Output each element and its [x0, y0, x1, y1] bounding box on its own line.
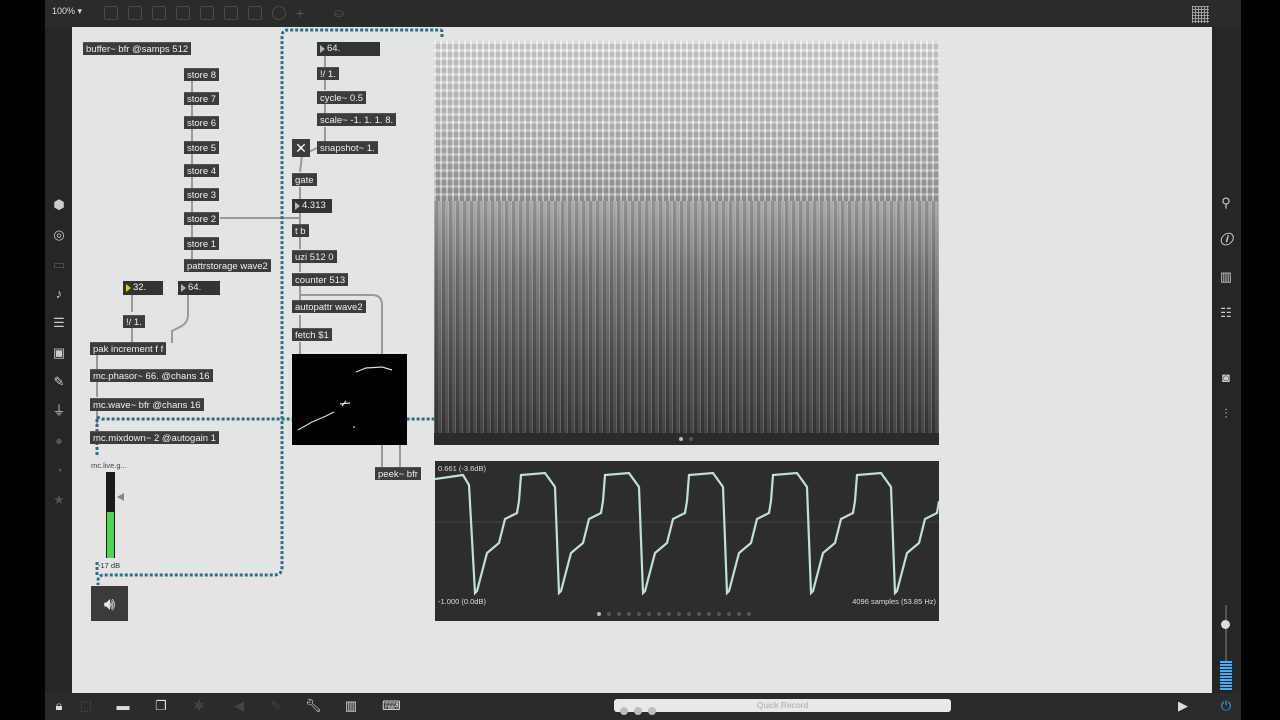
camera-icon[interactable]: ◙	[1218, 370, 1234, 386]
power-icon[interactable]: ⏻	[1218, 698, 1234, 714]
meter-label: mc.live.g...	[91, 461, 127, 470]
store-7-message[interactable]: store 7	[184, 92, 220, 105]
keyboard-icon[interactable]: ⌨	[382, 698, 401, 714]
paint-bucket-icon[interactable]: ⛀	[334, 6, 348, 20]
dial-icon[interactable]: ●	[51, 433, 67, 449]
uzi-object[interactable]: uzi 512 0	[292, 250, 337, 263]
image-icon[interactable]: ▣	[51, 345, 67, 361]
store-5-message[interactable]: store 5	[184, 141, 220, 154]
list-icon[interactable]: ☷	[1218, 305, 1234, 321]
mc-wave-object[interactable]: mc.wave~ bfr @chans 16	[90, 398, 204, 411]
music-note-icon[interactable]: ♪	[51, 286, 67, 302]
pattrstorage-object[interactable]: pattrstorage wave2	[184, 259, 271, 272]
toolbar-icon-5[interactable]	[200, 6, 214, 20]
meter-db-label: -17 dB	[98, 561, 121, 570]
target-icon[interactable]: ◎	[51, 227, 67, 243]
pin-icon[interactable]: ✎	[268, 698, 284, 714]
toolbar-icon-7[interactable]	[248, 6, 262, 20]
gate-object[interactable]: gate	[292, 173, 317, 186]
add-icon[interactable]: +	[296, 6, 310, 20]
scale-object[interactable]: scale~ -1. 1. 1. 8.	[317, 113, 397, 126]
list-play-icon[interactable]: ☰	[51, 315, 67, 331]
cube-icon[interactable]: ⬢	[51, 197, 67, 213]
store-4-message[interactable]: store 4	[184, 164, 220, 177]
store-2-message[interactable]: store 2	[184, 212, 220, 225]
snapshot-object[interactable]: snapshot~ 1.	[317, 141, 378, 154]
right-sidebar	[1212, 27, 1241, 693]
meter-gain-arrow[interactable]	[117, 493, 124, 501]
sonogram-page-dots[interactable]	[679, 437, 693, 441]
volume-slider[interactable]	[1218, 605, 1234, 691]
speaker-icon: 🔊︎	[103, 594, 116, 614]
pak-object[interactable]: pak increment f f	[90, 342, 167, 355]
zoom-value: 100%	[52, 6, 76, 16]
toolbar-icon-3[interactable]	[152, 6, 166, 20]
book-icon[interactable]: ▥	[1218, 269, 1234, 285]
toolbar-icon-4[interactable]	[176, 6, 190, 20]
quick-record-label: Quick Record	[756, 700, 809, 710]
divide-object-a[interactable]: !/ 1.	[123, 315, 145, 328]
level-meter[interactable]	[106, 472, 115, 558]
scope-page-dots[interactable]	[597, 612, 751, 616]
store-3-message[interactable]: store 3	[184, 188, 220, 201]
scope-max-label: 0.661 (-3.6dB)	[438, 464, 486, 473]
store-1-message[interactable]: store 1	[184, 237, 220, 250]
toolbar-icon-6[interactable]	[224, 6, 238, 20]
buffer-object[interactable]: buffer~ bfr @samps 512	[83, 42, 192, 55]
star-icon[interactable]: ★	[51, 492, 67, 508]
clock-icon[interactable]: ◔	[51, 463, 67, 479]
ezdac-speaker-button[interactable]: 🔊︎	[91, 586, 128, 621]
trigger-object[interactable]: t b	[292, 224, 309, 237]
presentation-icon[interactable]: ⬚	[78, 698, 94, 714]
mc-mixdown-object[interactable]: mc.mixdown~ 2 @autogain 1	[90, 431, 219, 444]
number-box-64b[interactable]: 64.	[317, 42, 380, 56]
wrench-icon[interactable]: 🔧︎	[305, 698, 322, 714]
oscilloscope-display[interactable]: 0.661 (-3.6dB) -1.000 (0.0dB) 4096 sampl…	[434, 461, 941, 621]
number-box-64a[interactable]: 64.	[178, 281, 220, 295]
fetch-message[interactable]: fetch $1	[292, 328, 332, 341]
close-icon: ✕	[295, 140, 307, 156]
lock-icon[interactable]: 🔒︎	[51, 698, 67, 714]
info-icon[interactable]: ⓘ	[1218, 232, 1234, 248]
quick-record-bar[interactable]: Quick Record	[614, 699, 951, 715]
toolbar-icon-8[interactable]	[272, 6, 286, 20]
search-icon[interactable]: ⚲	[1218, 195, 1234, 211]
toolbar-icon-1[interactable]	[104, 6, 118, 20]
sonogram-harmonics	[434, 41, 939, 201]
divide-object-b[interactable]: !/ 1.	[317, 67, 339, 80]
debug-icon[interactable]: ✱	[191, 698, 207, 714]
autopattr-object[interactable]: autopattr wave2	[292, 300, 366, 313]
plug-icon[interactable]: ⏚	[51, 403, 67, 419]
comment-icon[interactable]: ▬	[115, 698, 131, 714]
scope-samples-label: 4096 samples (53.85 Hz)	[852, 597, 936, 606]
clip-icon[interactable]: ✎	[51, 374, 67, 390]
waveform-editor[interactable]	[292, 354, 407, 445]
store-6-message[interactable]: store 6	[184, 116, 220, 129]
patcher-canvas[interactable]: buffer~ bfr @samps 512 store 8 store 7 s…	[72, 27, 1212, 693]
mute-icon[interactable]: ◀	[231, 698, 247, 714]
number-box-4313[interactable]: 4.313	[292, 199, 332, 213]
toolbar-icon-2[interactable]	[128, 6, 142, 20]
peek-object[interactable]: peek~ bfr	[375, 467, 421, 480]
mc-phasor-object[interactable]: mc.phasor~ 66. @chans 16	[90, 369, 213, 382]
number-box-32[interactable]: 32.	[123, 281, 163, 295]
play-icon[interactable]: ▶	[1175, 698, 1191, 714]
grid-icon[interactable]	[1192, 6, 1209, 23]
windows-icon[interactable]: ❐	[153, 698, 169, 714]
cycle-object[interactable]: cycle~ 0.5	[317, 91, 367, 104]
sliders-icon[interactable]: ⫶	[1218, 406, 1234, 422]
waveform-editor-plot	[297, 366, 393, 431]
toggle-x[interactable]: ✕	[292, 139, 310, 157]
folder-icon[interactable]: ▭	[51, 257, 67, 273]
zoom-dropdown[interactable]: 100% ▾	[52, 6, 82, 17]
counter-object[interactable]: counter 513	[292, 273, 349, 286]
piano-icon[interactable]: ▥	[343, 698, 359, 714]
sonogram-low-band	[434, 201, 939, 433]
store-8-message[interactable]: store 8	[184, 68, 220, 81]
scope-min-label: -1.000 (0.0dB)	[438, 597, 486, 606]
sonogram-display[interactable]	[434, 41, 939, 433]
